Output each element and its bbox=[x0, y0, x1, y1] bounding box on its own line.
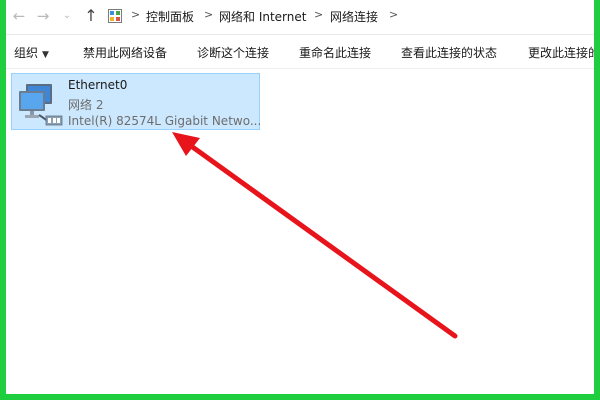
arrow-left-icon[interactable]: ← bbox=[10, 7, 28, 25]
rename-connection-button[interactable]: 重命名此连接 bbox=[299, 44, 371, 61]
chevron-right-icon[interactable]: > bbox=[389, 8, 398, 21]
chevron-right-icon[interactable]: > bbox=[314, 8, 323, 21]
address-bar: ← → ⌄ ↑ > 控制面板 > 网络和 Internet > 网络连接 > bbox=[0, 0, 600, 35]
connection-name: Ethernet0 bbox=[68, 78, 128, 92]
connection-status: 网络 2 bbox=[68, 98, 104, 112]
breadcrumb-network-internet[interactable]: 网络和 Internet bbox=[219, 8, 306, 25]
chevron-right-icon[interactable]: > bbox=[204, 8, 213, 21]
chevron-down-icon[interactable]: ⌄ bbox=[58, 7, 76, 25]
organize-label: 组织 bbox=[14, 46, 39, 60]
caret-down-icon: ▼ bbox=[42, 50, 49, 60]
connection-device: Intel(R) 82574L Gigabit Netwo... bbox=[68, 114, 262, 128]
command-bar: 组织 ▼ 禁用此网络设备 诊断这个连接 重命名此连接 查看此连接的状态 更改此连接… bbox=[0, 35, 600, 69]
organize-menu[interactable]: 组织 ▼ bbox=[14, 44, 49, 61]
diagnose-connection-button[interactable]: 诊断这个连接 bbox=[197, 44, 269, 61]
arrow-right-icon[interactable]: → bbox=[34, 7, 52, 25]
arrow-up-icon[interactable]: ↑ bbox=[82, 7, 100, 25]
file-list: Ethernet0 网络 2 Intel(R) 82574L Gigabit N… bbox=[6, 69, 594, 394]
view-status-button[interactable]: 查看此连接的状态 bbox=[401, 44, 497, 61]
chevron-right-icon[interactable]: > bbox=[131, 8, 140, 21]
breadcrumb-control-panel[interactable]: 控制面板 bbox=[146, 8, 194, 25]
change-settings-button[interactable]: 更改此连接的 bbox=[528, 44, 600, 61]
breadcrumb-network-connections[interactable]: 网络连接 bbox=[330, 8, 378, 25]
connection-item-ethernet0[interactable]: Ethernet0 网络 2 Intel(R) 82574L Gigabit N… bbox=[11, 73, 262, 130]
control-panel-icon bbox=[108, 9, 122, 23]
network-adapter-icon bbox=[19, 84, 63, 126]
disable-device-button[interactable]: 禁用此网络设备 bbox=[83, 44, 167, 61]
